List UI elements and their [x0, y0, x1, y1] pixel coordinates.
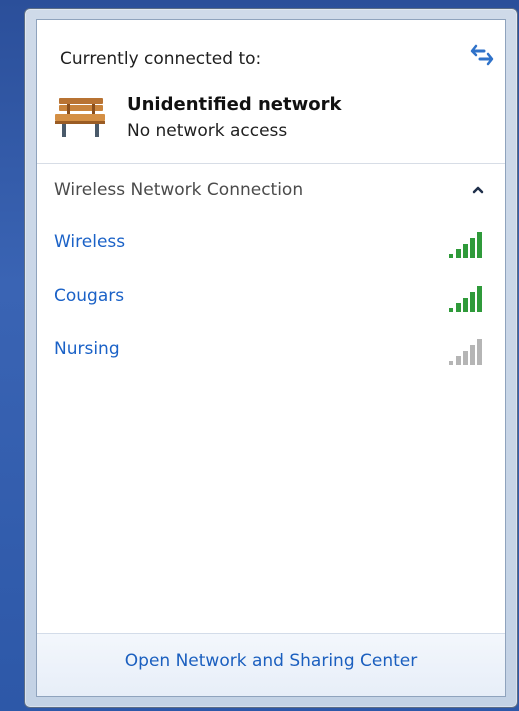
network-name: Unidentified network: [127, 94, 342, 115]
network-flyout: Currently connected to: Unidentified net…: [24, 8, 518, 708]
open-network-sharing-center-link[interactable]: Open Network and Sharing Center: [37, 651, 505, 671]
network-item-nursing[interactable]: Nursing: [37, 324, 505, 378]
network-name-label: Nursing: [54, 339, 120, 359]
bench-icon: [55, 98, 105, 137]
signal-strength-icon: [449, 232, 482, 258]
chevron-up-icon[interactable]: [471, 183, 485, 197]
connection-header: Currently connected to: Unidentified net…: [37, 20, 505, 164]
signal-strength-icon: [449, 339, 482, 365]
signal-strength-icon: [449, 285, 482, 312]
footer: Open Network and Sharing Center: [37, 633, 505, 696]
connected-label: Currently connected to:: [60, 49, 262, 69]
refresh-icon: [470, 44, 494, 66]
network-status: No network access: [127, 121, 288, 141]
network-panel: Currently connected to: Unidentified net…: [36, 19, 506, 697]
network-name-label: Wireless: [54, 232, 126, 252]
network-name-label: Cougars: [54, 285, 125, 306]
section-title: Wireless Network Connection: [54, 180, 304, 200]
network-item-wireless[interactable]: Wireless: [37, 217, 505, 271]
refresh-button[interactable]: [469, 42, 495, 68]
wireless-section-header[interactable]: Wireless Network Connection: [37, 163, 505, 217]
wifi-network-list: Wireless Cougars Nursing: [37, 217, 505, 378]
network-item-cougars[interactable]: Cougars: [37, 271, 505, 325]
